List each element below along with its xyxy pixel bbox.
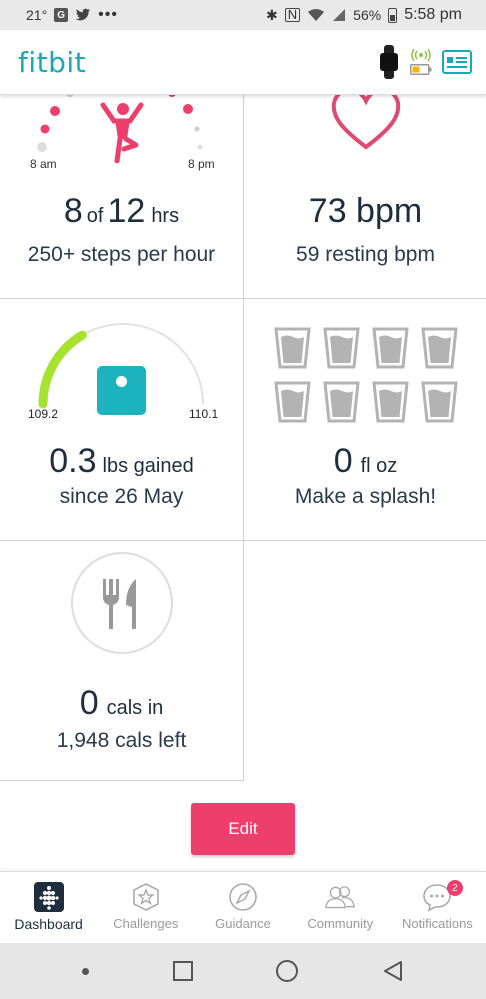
scale-icon	[97, 366, 146, 415]
hourly-of: of	[86, 205, 104, 227]
heart-rate-value: 73 bpm	[308, 192, 423, 230]
battery-percent: 56%	[353, 7, 382, 23]
account-card-icon[interactable]	[442, 50, 472, 74]
fork-knife-icon	[71, 552, 173, 654]
water-subtitle: Make a splash!	[294, 485, 437, 508]
calories-in-unit: cals in	[106, 697, 164, 719]
nav-notifications[interactable]: 2 Notifications	[389, 872, 486, 943]
hourly-achieved: 8	[63, 192, 83, 230]
heart-icon	[331, 89, 401, 150]
home-icon[interactable]	[276, 960, 299, 982]
hourly-activity-tile[interactable]: 8 am 8 pm 8 of 12 hrs 250+ steps per hour	[0, 88, 244, 299]
status-bar: 21° G ••• ✱ N 56% 5:58 pm	[0, 0, 486, 30]
water-value: 0	[333, 442, 353, 480]
water-glass-icon	[372, 327, 409, 369]
nav-dashboard-label: Dashboard	[14, 916, 83, 932]
weight-change-value: 0.3	[49, 442, 97, 480]
nav-dot-icon[interactable]	[81, 967, 89, 975]
weight-start-value: 109.2	[28, 407, 59, 421]
bluetooth-icon: ✱	[266, 6, 278, 23]
nfc-icon: N	[284, 8, 301, 22]
twitter-icon	[75, 8, 91, 21]
edit-button[interactable]: Edit	[191, 803, 295, 855]
weight-change-unit: lbs gained	[102, 455, 194, 477]
nav-dashboard[interactable]: Dashboard	[0, 872, 97, 943]
battery-icon	[388, 7, 398, 23]
app-header: fitbit	[0, 30, 486, 95]
recent-apps-icon[interactable]	[172, 961, 193, 981]
water-glasses	[274, 327, 464, 423]
heart-rate-tile[interactable]: 73 bpm 59 resting bpm	[243, 88, 486, 299]
nav-guidance-label: Guidance	[215, 916, 271, 931]
system-nav-bar	[0, 943, 486, 999]
scale-dial	[116, 376, 127, 387]
hourly-target: 12	[107, 192, 146, 230]
star-badge-icon	[131, 882, 161, 912]
food-tile[interactable]: 0 cals in 1,948 cals left	[0, 540, 244, 781]
water-amount: 0 fl oz	[244, 442, 486, 481]
nav-challenges[interactable]: Challenges	[97, 872, 194, 943]
water-tile[interactable]: 0 fl oz Make a splash!	[243, 298, 486, 541]
clock-time: 5:58 pm	[404, 6, 462, 23]
device-sync-status	[410, 49, 432, 75]
water-glass-icon	[323, 327, 360, 369]
notification-count-badge: 2	[446, 880, 463, 896]
weight-change: 0.3 lbs gained	[0, 442, 243, 481]
temperature-text: 21°	[26, 7, 48, 23]
back-icon[interactable]	[382, 960, 404, 982]
tracker-device-icon[interactable]	[378, 45, 400, 79]
device-battery-icon	[410, 64, 432, 75]
water-glass-icon	[372, 381, 409, 423]
hourly-subtitle: 250+ steps per hour	[27, 243, 216, 266]
fitbit-logo: fitbit	[18, 45, 87, 79]
nav-community[interactable]: Community	[292, 872, 389, 943]
hourly-start-label: 8 am	[30, 157, 57, 171]
calories-left: 1,948 cals left	[56, 729, 187, 752]
dashboard-dots-icon	[33, 882, 64, 912]
weight-tile[interactable]: 109.2 110.1 0.3 lbs gained since 26 May	[0, 298, 244, 541]
water-glass-icon	[421, 381, 458, 423]
dancer-figure-icon	[100, 102, 144, 163]
water-glass-icon	[274, 381, 311, 423]
compass-icon	[228, 882, 258, 912]
hourly-end-label: 8 pm	[188, 157, 215, 171]
sync-signal-icon	[411, 49, 431, 61]
wifi-icon	[308, 9, 325, 21]
water-glass-icon	[274, 327, 311, 369]
water-glass-icon	[323, 381, 360, 423]
weight-end-value: 110.1	[189, 407, 219, 421]
calories-in: 0 cals in	[0, 684, 243, 723]
nav-notifications-label: Notifications	[402, 916, 473, 931]
people-icon	[325, 882, 356, 912]
calories-in-value: 0	[79, 684, 99, 722]
water-unit: fl oz	[360, 455, 398, 477]
weight-since: since 26 May	[59, 485, 184, 508]
google-icon: G	[54, 8, 69, 22]
hourly-value: 8 of 12 hrs	[0, 192, 243, 231]
more-icon: •••	[98, 6, 118, 23]
hourly-unit: hrs	[151, 205, 180, 227]
nav-guidance[interactable]: Guidance	[194, 872, 291, 943]
signal-icon	[333, 9, 346, 21]
water-glass-icon	[421, 327, 458, 369]
nav-challenges-label: Challenges	[113, 916, 179, 931]
nav-community-label: Community	[307, 916, 374, 931]
resting-heart-rate: 59 resting bpm	[296, 243, 435, 266]
bottom-nav: Dashboard Challenges Guidance Community …	[0, 871, 486, 943]
